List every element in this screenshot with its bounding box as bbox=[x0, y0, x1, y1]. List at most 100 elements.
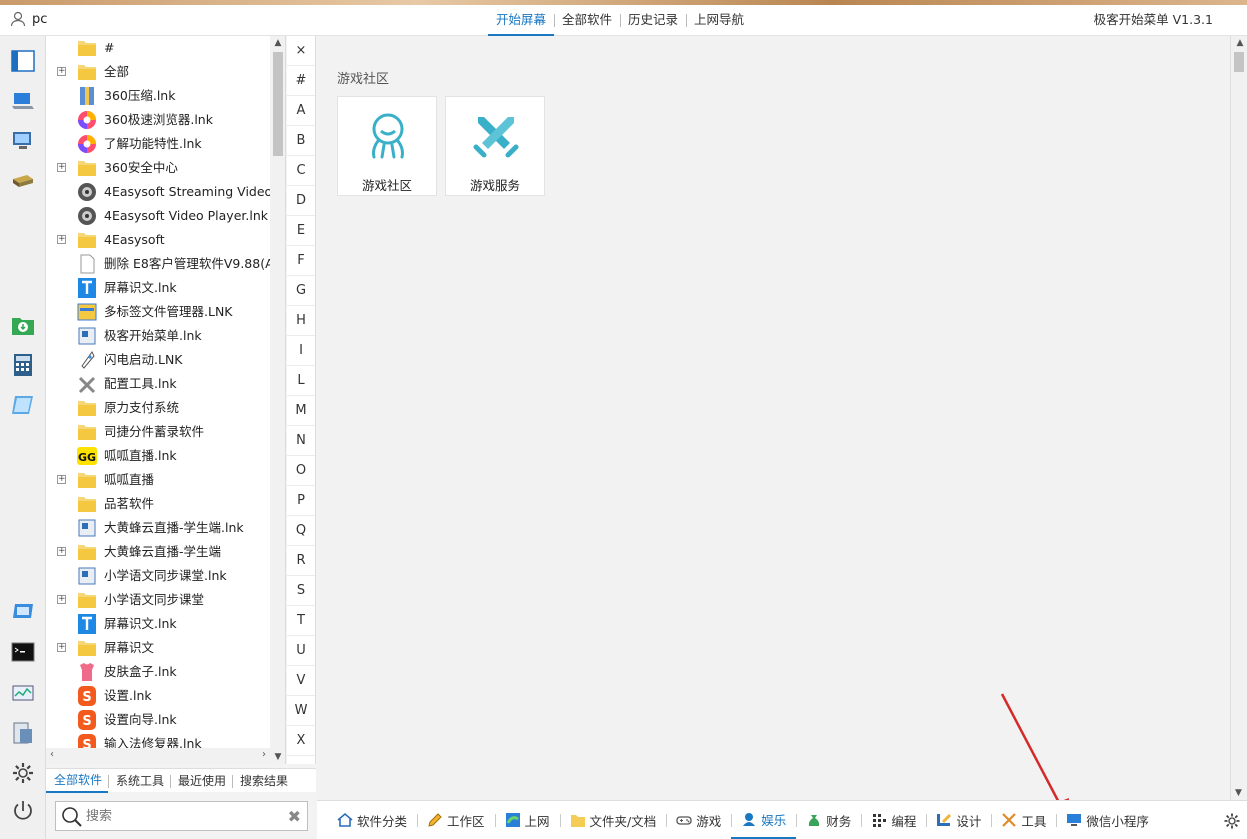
tree-item[interactable]: + 全部 bbox=[46, 60, 270, 84]
tree-item[interactable]: # bbox=[46, 36, 270, 60]
letter-index-item[interactable]: P bbox=[287, 486, 315, 516]
tree-item[interactable]: 闪电启动.LNK bbox=[46, 348, 270, 372]
expand-icon[interactable]: + bbox=[57, 235, 66, 244]
tree-item[interactable]: 司捷分件蓄录软件 bbox=[46, 420, 270, 444]
letter-index-item[interactable]: # bbox=[287, 66, 315, 96]
tree-item[interactable]: 多标签文件管理器.LNK bbox=[46, 300, 270, 324]
letter-index-item[interactable]: B bbox=[287, 126, 315, 156]
user-account[interactable]: pc bbox=[10, 11, 47, 27]
settings-icon[interactable] bbox=[1223, 812, 1241, 830]
tree-item[interactable]: 4Easysoft Streaming Video R bbox=[46, 180, 270, 204]
letter-index-item[interactable]: F bbox=[287, 246, 315, 276]
tab-software-category[interactable]: 软件分类 bbox=[327, 801, 417, 839]
tree-item[interactable]: 原力支付系统 bbox=[46, 396, 270, 420]
scroll-up-icon[interactable]: ▲ bbox=[273, 38, 283, 48]
performance-monitor-icon[interactable] bbox=[10, 681, 36, 707]
search-input[interactable] bbox=[86, 806, 276, 826]
tree-item[interactable]: + 大黄蜂云直播-学生端 bbox=[46, 540, 270, 564]
tree-item[interactable]: + 呱呱直播 bbox=[46, 468, 270, 492]
expand-icon[interactable]: + bbox=[57, 475, 66, 484]
tab-system-tools[interactable]: 系统工具 bbox=[108, 770, 170, 792]
tree-item[interactable]: 屏幕识文.lnk bbox=[46, 612, 270, 636]
expand-icon[interactable]: + bbox=[57, 163, 66, 172]
letter-index-item[interactable]: W bbox=[287, 696, 315, 726]
close-index-icon[interactable]: × bbox=[287, 36, 315, 66]
scroll-right-icon[interactable]: › bbox=[262, 749, 266, 760]
tree-item[interactable]: 小学语文同步课堂.lnk bbox=[46, 564, 270, 588]
letter-index-item[interactable]: U bbox=[287, 636, 315, 666]
letter-index-item[interactable]: R bbox=[287, 546, 315, 576]
tree-item[interactable]: 配置工具.lnk bbox=[46, 372, 270, 396]
letter-index-item[interactable]: N bbox=[287, 426, 315, 456]
tree-item[interactable]: 360压缩.lnk bbox=[46, 84, 270, 108]
main-scrollbar-thumb[interactable] bbox=[1234, 52, 1244, 72]
tree-item[interactable]: +360安全中心 bbox=[46, 156, 270, 180]
main-scroll-down-icon[interactable]: ▼ bbox=[1235, 788, 1242, 798]
scroll-down-icon[interactable]: ▼ bbox=[273, 752, 283, 762]
letter-index-item[interactable]: G bbox=[287, 276, 315, 306]
tab-finance[interactable]: 财务 bbox=[796, 801, 861, 839]
letter-index-item[interactable]: I bbox=[287, 336, 315, 366]
tab-folders-documents[interactable]: 文件夹/文档 bbox=[559, 801, 667, 839]
main-scroll-up-icon[interactable]: ▲ bbox=[1235, 38, 1245, 48]
tree-horizontal-scrollbar[interactable]: ‹ › bbox=[46, 748, 270, 764]
tree-item[interactable]: 大黄蜂云直播-学生端.lnk bbox=[46, 516, 270, 540]
terminal-icon[interactable] bbox=[10, 639, 36, 665]
tree-item[interactable]: S 设置.lnk bbox=[46, 684, 270, 708]
tab-programming[interactable]: 编程 bbox=[861, 801, 926, 839]
tab-all-software[interactable]: 全部软件 bbox=[554, 5, 620, 36]
tree-item[interactable]: + 小学语文同步课堂 bbox=[46, 588, 270, 612]
tab-recently-used[interactable]: 最近使用 bbox=[170, 770, 232, 792]
tree-scrollbar[interactable]: ▲ ▼ bbox=[270, 36, 285, 764]
scroll-left-icon[interactable]: ‹ bbox=[50, 749, 54, 760]
tree-item[interactable]: S 设置向导.lnk bbox=[46, 708, 270, 732]
tree-item[interactable]: 屏幕识文.lnk bbox=[46, 276, 270, 300]
drive-icon[interactable] bbox=[10, 168, 36, 194]
letter-index-item[interactable]: X bbox=[287, 726, 315, 756]
settings-gear-icon[interactable] bbox=[10, 760, 36, 786]
letter-index-item[interactable]: E bbox=[287, 216, 315, 246]
expand-icon[interactable]: + bbox=[57, 643, 66, 652]
tree-item[interactable]: 品茗软件 bbox=[46, 492, 270, 516]
registry-icon[interactable] bbox=[10, 720, 36, 746]
letter-index-item[interactable]: M bbox=[287, 396, 315, 426]
card-game-community[interactable]: 游戏社区 bbox=[337, 96, 437, 196]
power-icon[interactable] bbox=[10, 798, 36, 824]
tab-history[interactable]: 历史记录 bbox=[620, 5, 686, 36]
panel-toggle-icon[interactable] bbox=[10, 48, 36, 74]
tree-item[interactable]: 4Easysoft Video Player.lnk bbox=[46, 204, 270, 228]
expand-icon[interactable]: + bbox=[57, 595, 66, 604]
tab-web-navigation[interactable]: 上网导航 bbox=[686, 5, 752, 36]
tree-item[interactable]: 删除 E8客户管理软件V9.88(Ac bbox=[46, 252, 270, 276]
tab-design[interactable]: 设计 bbox=[926, 801, 991, 839]
tree-item[interactable]: GG 呱呱直播.lnk bbox=[46, 444, 270, 468]
tab-workspace[interactable]: 工作区 bbox=[417, 801, 495, 839]
tab-search-results[interactable]: 搜索结果 bbox=[232, 770, 294, 792]
expand-icon[interactable]: + bbox=[57, 547, 66, 556]
computer-icon[interactable] bbox=[10, 128, 36, 154]
tab-start-screen[interactable]: 开始屏幕 bbox=[488, 5, 555, 36]
letter-index-item[interactable]: H bbox=[287, 306, 315, 336]
letter-index-item[interactable]: T bbox=[287, 606, 315, 636]
window-app-icon[interactable] bbox=[10, 598, 36, 624]
tree-item[interactable]: 极客开始菜单.lnk bbox=[46, 324, 270, 348]
letter-index-item[interactable]: V bbox=[287, 666, 315, 696]
laptop-icon[interactable] bbox=[10, 88, 36, 114]
notebook-icon[interactable] bbox=[10, 392, 36, 418]
letter-index-item[interactable]: S bbox=[287, 576, 315, 606]
calculator-icon[interactable] bbox=[10, 352, 36, 378]
tab-entertainment[interactable]: 娱乐 bbox=[731, 801, 797, 839]
tree-scrollbar-thumb[interactable] bbox=[273, 52, 283, 156]
tab-all-software-list[interactable]: 全部软件 bbox=[46, 769, 109, 793]
tab-internet[interactable]: 上网 bbox=[494, 801, 560, 839]
letter-index-item[interactable]: Q bbox=[287, 516, 315, 546]
tree-item[interactable]: 了解功能特性.lnk bbox=[46, 132, 270, 156]
download-folder-icon[interactable] bbox=[10, 312, 36, 338]
card-game-service[interactable]: 游戏服务 bbox=[445, 96, 545, 196]
tab-wechat-mini-program[interactable]: 微信小程序 bbox=[1056, 801, 1159, 839]
clear-search-icon[interactable]: ✖ bbox=[288, 807, 301, 826]
tree-item[interactable]: +4Easysoft bbox=[46, 228, 270, 252]
letter-index-item[interactable]: O bbox=[287, 456, 315, 486]
tree-item[interactable]: + 屏幕识文 bbox=[46, 636, 270, 660]
letter-index-item[interactable]: L bbox=[287, 366, 315, 396]
